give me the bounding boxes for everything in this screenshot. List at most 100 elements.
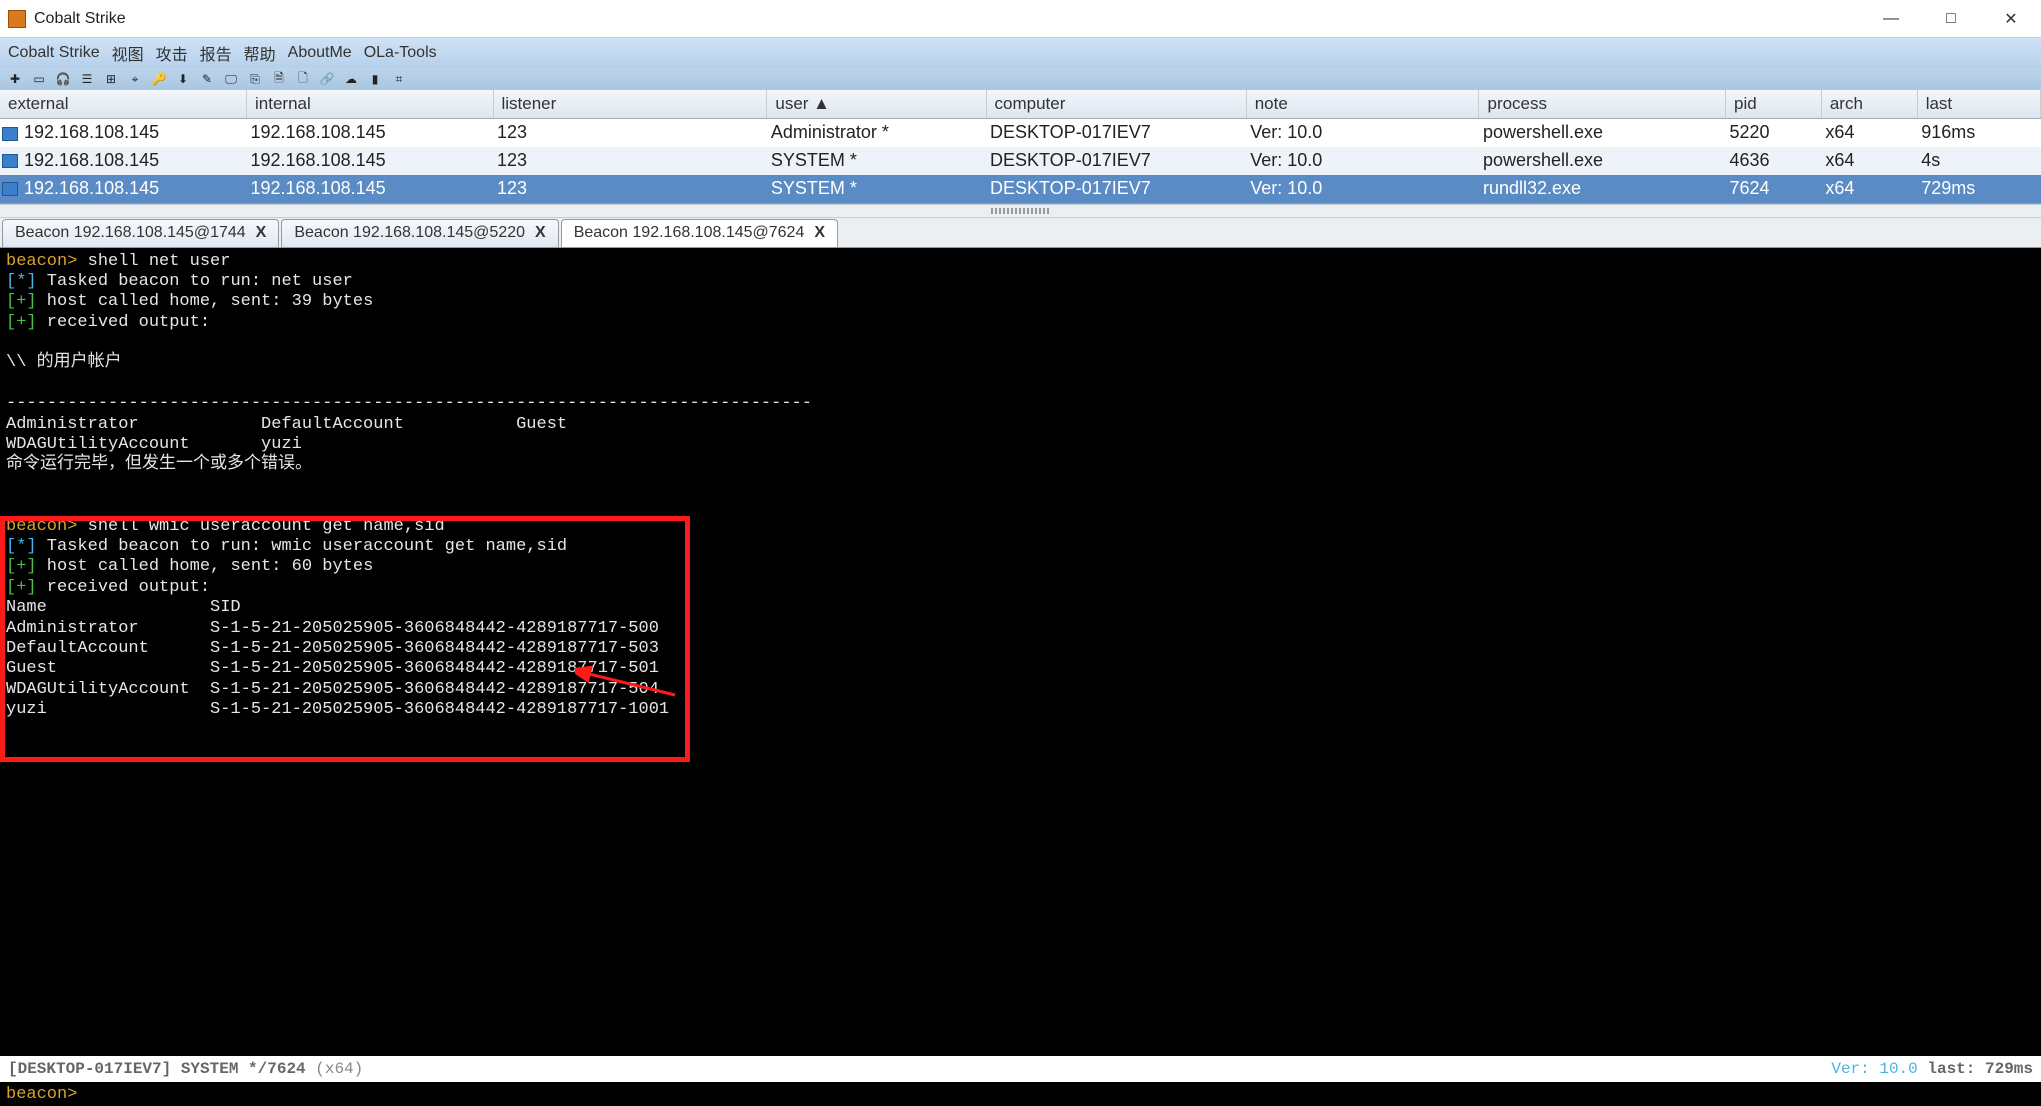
column-header[interactable]: note (1246, 90, 1479, 119)
session-cell-external: 192.168.108.145 (0, 147, 247, 175)
tab-label: Beacon 192.168.108.145@1744 (15, 224, 246, 242)
toolbar-doc-icon[interactable]: 🗋 (294, 71, 312, 87)
session-cell-last: 729ms (1917, 175, 2040, 203)
column-header[interactable]: pid (1725, 90, 1821, 119)
tab-close-icon[interactable]: X (814, 224, 825, 242)
session-cell-computer: DESKTOP-017IEV7 (986, 119, 1246, 147)
toolbar-listener-icon[interactable]: 🎧 (54, 71, 72, 87)
session-cell-internal: 192.168.108.145 (247, 119, 494, 147)
column-header[interactable]: user ▲ (767, 90, 986, 119)
sessions-header[interactable]: externalinternallisteneruser ▲computerno… (0, 90, 2041, 119)
session-cell-user: Administrator * (767, 119, 986, 147)
toolbar-downloads-icon[interactable]: ⬇ (174, 71, 192, 87)
sessions-table: externalinternallisteneruser ▲computerno… (0, 90, 2041, 204)
app-icon (8, 10, 26, 28)
toolbar-table-icon[interactable]: ⊞ (102, 71, 120, 87)
toolbar-screenshots-icon[interactable]: 🖵 (222, 71, 240, 87)
session-cell-user: SYSTEM * (767, 175, 986, 203)
column-header[interactable]: external (0, 90, 247, 119)
session-cell-listener: 123 (493, 147, 767, 175)
menu-attacks[interactable]: 攻击 (156, 41, 188, 65)
session-cell-listener: 123 (493, 119, 767, 147)
command-input[interactable] (77, 1085, 2041, 1104)
session-cell-pid: 7624 (1725, 175, 1821, 203)
column-header[interactable]: computer (986, 90, 1246, 119)
command-input-line: beacon> (0, 1082, 2041, 1106)
session-cell-note: Ver: 10.0 (1246, 175, 1479, 203)
tab-label: Beacon 192.168.108.145@5220 (294, 224, 525, 242)
session-cell-pid: 5220 (1725, 119, 1821, 147)
maximize-button[interactable]: □ (1921, 0, 1981, 38)
minimize-button[interactable]: — (1861, 0, 1921, 38)
session-cell-pid: 4636 (1725, 147, 1821, 175)
status-target: [DESKTOP-017IEV7] SYSTEM */7624 (8, 1060, 315, 1078)
session-cell-process: powershell.exe (1479, 147, 1726, 175)
tabs-bar: Beacon 192.168.108.145@1744 X Beacon 192… (0, 218, 2041, 248)
session-cell-external: 192.168.108.145 (0, 175, 247, 203)
session-cell-arch: x64 (1821, 147, 1917, 175)
menu-aboutme[interactable]: AboutMe (288, 44, 352, 62)
tab-close-icon[interactable]: X (535, 224, 546, 242)
tab-beacon-5220[interactable]: Beacon 192.168.108.145@5220 X (281, 219, 558, 247)
status-bar: [DESKTOP-017IEV7] SYSTEM */7624 (x64) Ve… (0, 1056, 2041, 1082)
session-cell-user: SYSTEM * (767, 147, 986, 175)
close-button[interactable]: ✕ (1981, 0, 2041, 38)
session-cell-process: powershell.exe (1479, 119, 1726, 147)
toolbar-targets-icon[interactable]: ⌖ (126, 71, 144, 87)
session-cell-internal: 192.168.108.145 (247, 147, 494, 175)
toolbar-connect-icon[interactable]: ✚ (6, 71, 24, 87)
beacon-console[interactable]: beacon> shell net user [*] Tasked beacon… (0, 248, 2041, 1057)
session-cell-computer: DESKTOP-017IEV7 (986, 147, 1246, 175)
tab-beacon-1744[interactable]: Beacon 192.168.108.145@1744 X (2, 219, 279, 247)
tab-beacon-7624[interactable]: Beacon 192.168.108.145@7624 X (561, 219, 838, 247)
session-cell-note: Ver: 10.0 (1246, 119, 1479, 147)
session-icon (2, 182, 18, 196)
menu-help[interactable]: 帮助 (244, 41, 276, 65)
toolbar-misc1-icon[interactable]: ▮ (366, 71, 384, 87)
toolbar-graph-icon[interactable]: ☰ (78, 71, 96, 87)
menu-view[interactable]: 视图 (112, 41, 144, 65)
session-cell-last: 4s (1917, 147, 2040, 175)
status-version: Ver: 10.0 (1831, 1060, 1917, 1078)
session-cell-note: Ver: 10.0 (1246, 147, 1479, 175)
session-row[interactable]: 192.168.108.145192.168.108.145123SYSTEM … (0, 175, 2041, 203)
session-cell-listener: 123 (493, 175, 767, 203)
toolbar-cloud-icon[interactable]: ☁ (342, 71, 360, 87)
toolbar-host-icon[interactable]: ⎘ (246, 71, 264, 87)
column-header[interactable]: listener (493, 90, 767, 119)
toolbar-keystrokes-icon[interactable]: ✎ (198, 71, 216, 87)
toolbar-files-icon[interactable]: 🗎 (270, 71, 288, 87)
column-header[interactable]: last (1917, 90, 2040, 119)
session-cell-internal: 192.168.108.145 (247, 175, 494, 203)
column-header[interactable]: process (1479, 90, 1726, 119)
column-header[interactable]: internal (247, 90, 494, 119)
tab-close-icon[interactable]: X (256, 224, 267, 242)
toolbar-web-icon[interactable]: 🔗 (318, 71, 336, 87)
session-icon (2, 127, 18, 141)
command-prompt: beacon> (0, 1085, 77, 1104)
session-cell-arch: x64 (1821, 175, 1917, 203)
window-title: Cobalt Strike (34, 10, 126, 28)
menu-bar: Cobalt Strike 视图 攻击 报告 帮助 AboutMe OLa-To… (0, 38, 2041, 68)
session-icon (2, 154, 18, 168)
session-row[interactable]: 192.168.108.145192.168.108.145123Adminis… (0, 119, 2041, 147)
menu-cobalt-strike[interactable]: Cobalt Strike (8, 44, 100, 62)
menu-reporting[interactable]: 报告 (200, 41, 232, 65)
session-cell-last: 916ms (1917, 119, 2040, 147)
toolbar-misc2-icon[interactable]: ⌗ (390, 71, 408, 87)
session-cell-external: 192.168.108.145 (0, 119, 247, 147)
console-output: beacon> shell net user [*] Tasked beacon… (6, 252, 2035, 721)
tab-label: Beacon 192.168.108.145@7624 (574, 224, 805, 242)
splitter[interactable] (0, 204, 2041, 218)
title-bar: Cobalt Strike — □ ✕ (0, 0, 2041, 38)
session-cell-arch: x64 (1821, 119, 1917, 147)
toolbar-disconnect-icon[interactable]: ▭ (30, 71, 48, 87)
toolbar: ✚ ▭ 🎧 ☰ ⊞ ⌖ 🔑 ⬇ ✎ 🖵 ⎘ 🗎 🗋 🔗 ☁ ▮ ⌗ (0, 68, 2041, 90)
toolbar-creds-icon[interactable]: 🔑 (150, 71, 168, 87)
column-header[interactable]: arch (1821, 90, 1917, 119)
session-row[interactable]: 192.168.108.145192.168.108.145123SYSTEM … (0, 147, 2041, 175)
session-cell-process: rundll32.exe (1479, 175, 1726, 203)
menu-olatools[interactable]: OLa-Tools (364, 44, 437, 62)
status-last: last: 729ms (1927, 1060, 2033, 1078)
status-arch: (x64) (315, 1060, 363, 1078)
